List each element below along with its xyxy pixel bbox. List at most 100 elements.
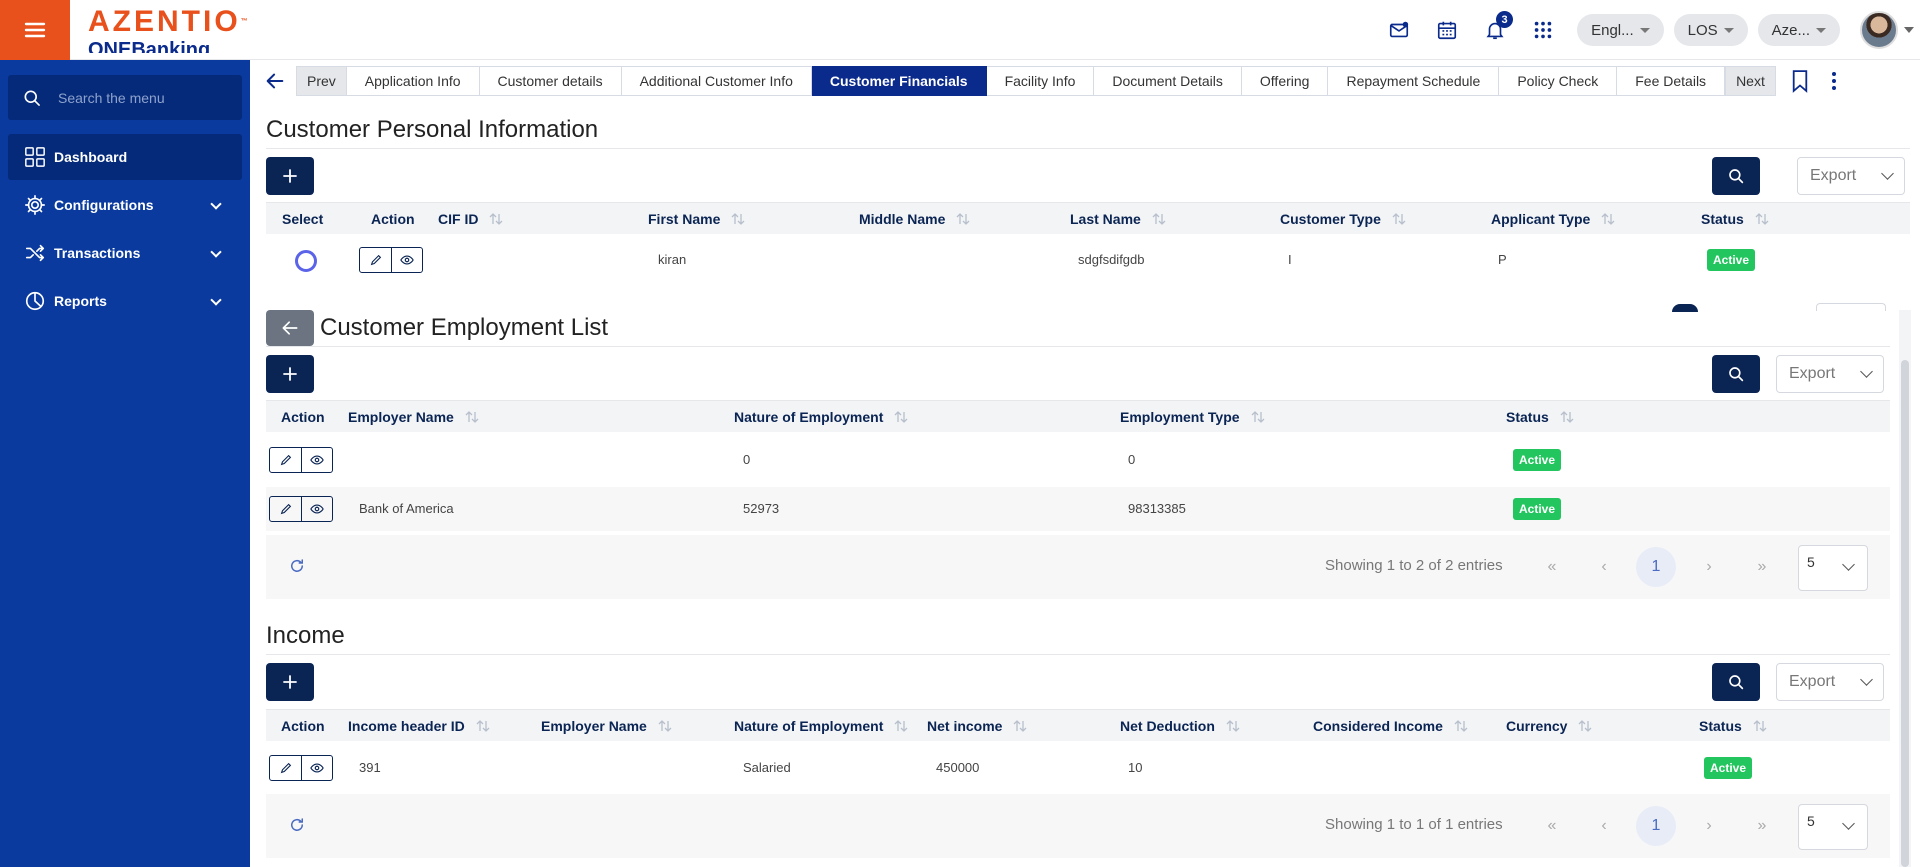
sortable-column-header[interactable]: Last Name	[1070, 211, 1167, 227]
sortable-column-header[interactable]: Nature of Employment	[734, 409, 909, 425]
refresh-icon[interactable]	[288, 816, 306, 834]
refresh-icon[interactable]	[288, 557, 306, 575]
row-select-radio[interactable]	[295, 250, 317, 272]
sort-icon	[475, 718, 491, 734]
calendar-button[interactable]	[1423, 0, 1471, 60]
more-options-button[interactable]	[1831, 72, 1836, 90]
export-select[interactable]: Export	[1797, 157, 1905, 195]
tab-document-details[interactable]: Document Details	[1094, 66, 1242, 96]
menu-search-input[interactable]	[58, 89, 228, 106]
tab-prev[interactable]: Prev	[296, 66, 347, 96]
export-select[interactable]: Export	[1776, 663, 1884, 701]
tab-facility-info[interactable]: Facility Info	[986, 66, 1095, 96]
tab-additional-customer-info[interactable]: Additional Customer Info	[621, 66, 812, 96]
mail-button[interactable]	[1375, 0, 1423, 60]
sortable-column-header[interactable]: Status	[1701, 211, 1770, 227]
section-back-button[interactable]	[266, 310, 314, 346]
apps-button[interactable]	[1519, 0, 1567, 60]
add-customer-button[interactable]	[266, 157, 314, 195]
back-button[interactable]	[260, 66, 290, 96]
first-page-button[interactable]: «	[1532, 547, 1572, 587]
next-page-button[interactable]: ›	[1689, 547, 1729, 587]
sortable-column-header[interactable]: Net income	[927, 718, 1028, 734]
hamburger-menu-button[interactable]	[0, 0, 70, 60]
sortable-column-header[interactable]: Status	[1699, 718, 1768, 734]
sortable-column-header[interactable]: Employer Name	[348, 409, 480, 425]
edit-button[interactable]	[270, 448, 301, 472]
tab-next[interactable]: Next	[1725, 66, 1776, 96]
view-button[interactable]	[301, 497, 332, 521]
search-button[interactable]	[1712, 157, 1760, 195]
language-select[interactable]: Engl...	[1577, 14, 1664, 46]
first-page-button[interactable]: «	[1532, 806, 1572, 846]
tab-customer-details[interactable]: Customer details	[479, 66, 622, 96]
sidebar-item-transactions[interactable]: Transactions	[8, 230, 242, 276]
sidebar-item-configurations[interactable]: Configurations	[8, 182, 242, 228]
sortable-column-header[interactable]: Employer Name	[541, 718, 673, 734]
last-page-button[interactable]: »	[1742, 806, 1782, 846]
sortable-column-header[interactable]: Nature of Employment	[734, 718, 909, 734]
sortable-column-header[interactable]: Currency	[1506, 718, 1593, 734]
sortable-column-header[interactable]: CIF ID	[438, 211, 504, 227]
edit-button[interactable]	[270, 497, 301, 521]
entity-select[interactable]: Aze...	[1757, 14, 1840, 46]
sortable-column-header[interactable]: Income header ID	[348, 718, 491, 734]
next-page-button[interactable]: ›	[1689, 806, 1729, 846]
employment-list-title: Customer Employment List	[320, 314, 609, 341]
add-employment-button[interactable]	[266, 355, 314, 393]
chevron-down-icon	[1842, 817, 1855, 830]
caret-down-icon	[1639, 27, 1650, 33]
sortable-column-header[interactable]: First Name	[648, 211, 746, 227]
calendar-icon	[1438, 21, 1457, 40]
page-size-select[interactable]: 5	[1798, 545, 1868, 591]
notifications-button[interactable]: 3	[1471, 0, 1519, 60]
view-button[interactable]	[301, 756, 332, 780]
view-button[interactable]	[391, 248, 422, 272]
sort-icon	[1250, 409, 1266, 425]
edit-button[interactable]	[270, 756, 301, 780]
search-button[interactable]	[1712, 355, 1760, 393]
add-income-button[interactable]	[266, 663, 314, 701]
column-label: Action	[281, 718, 325, 734]
last-page-button[interactable]: »	[1742, 547, 1782, 587]
tab-repayment-schedule[interactable]: Repayment Schedule	[1328, 66, 1500, 96]
column-label: Middle Name	[859, 211, 946, 227]
page-size-select[interactable]: 5	[1798, 804, 1868, 850]
user-menu[interactable]	[1860, 11, 1914, 49]
tab-offering[interactable]: Offering	[1241, 66, 1329, 96]
scrollbar-thumb[interactable]	[1901, 360, 1909, 867]
tab-application-info[interactable]: Application Info	[346, 66, 480, 96]
edit-button[interactable]	[360, 248, 391, 272]
sortable-column-header[interactable]: Customer Type	[1280, 211, 1407, 227]
module-select[interactable]: LOS	[1673, 14, 1748, 46]
search-button[interactable]	[1712, 663, 1760, 701]
tab-fee-details[interactable]: Fee Details	[1617, 66, 1726, 96]
sort-icon	[955, 211, 971, 227]
tab-policy-check[interactable]: Policy Check	[1499, 66, 1618, 96]
sortable-column-header[interactable]: Net Deduction	[1120, 718, 1241, 734]
sortable-column-header[interactable]: Applicant Type	[1491, 211, 1616, 227]
prev-page-button[interactable]: ‹	[1584, 547, 1624, 587]
dot-icon	[1831, 86, 1836, 90]
sidebar-item-dashboard[interactable]: Dashboard	[8, 134, 242, 180]
sortable-column-header[interactable]: Considered Income	[1313, 718, 1469, 734]
bookmark-button[interactable]	[1790, 68, 1810, 94]
column-label: Net Deduction	[1120, 718, 1215, 734]
sortable-column-header[interactable]: Status	[1506, 409, 1575, 425]
current-page-button[interactable]: 1	[1636, 806, 1676, 846]
view-button[interactable]	[301, 448, 332, 472]
export-select[interactable]: Export	[1776, 355, 1884, 393]
eye-icon	[310, 763, 324, 773]
prev-page-button[interactable]: ‹	[1584, 806, 1624, 846]
column-label: Nature of Employment	[734, 409, 884, 425]
sortable-column-header[interactable]: Middle Name	[859, 211, 971, 227]
partially-hidden-button	[1672, 304, 1698, 312]
tab-customer-financials[interactable]: Customer Financials	[811, 66, 987, 96]
current-page-button[interactable]: 1	[1636, 547, 1676, 587]
income-table-header: Action Income header ID Employer Name Na…	[266, 709, 1890, 741]
brand-name: AZENTIO	[88, 5, 241, 38]
dot-icon	[1831, 72, 1836, 76]
sortable-column-header[interactable]: Employment Type	[1120, 409, 1266, 425]
sidebar-item-reports[interactable]: Reports	[8, 278, 242, 324]
sort-icon	[893, 718, 909, 734]
